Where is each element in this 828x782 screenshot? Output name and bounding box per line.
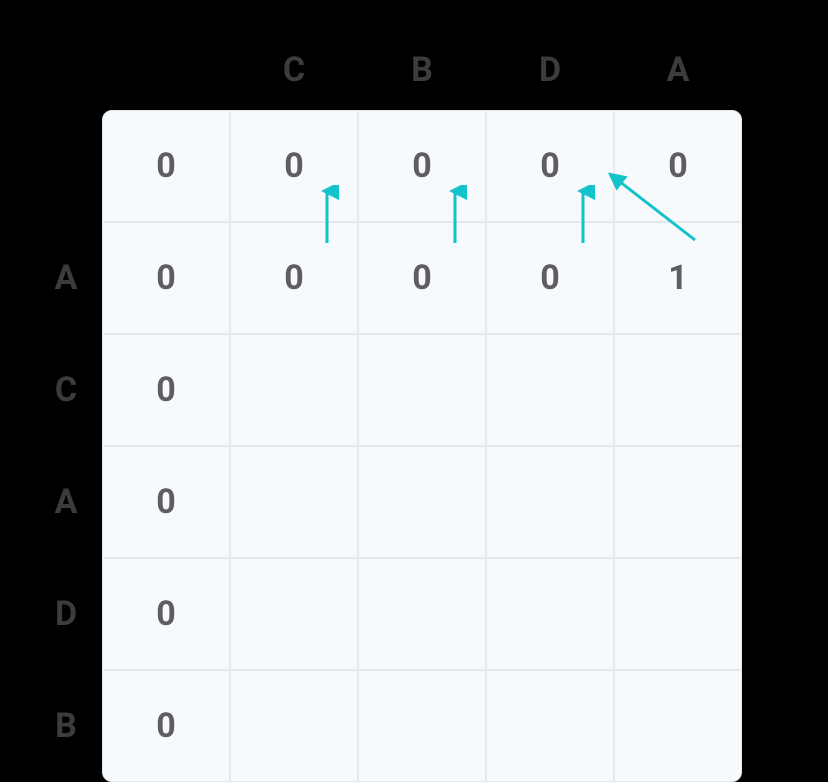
dp-table: C B D A 0 0 0 0 0 A 0 0 0 0 1 C 0 A 0 D xyxy=(30,30,742,782)
corner-empty xyxy=(30,30,102,110)
col-header-empty xyxy=(102,30,230,110)
cell-r4-c4 xyxy=(614,558,742,670)
cell-r2-c1 xyxy=(230,334,358,446)
cell-r4-c1 xyxy=(230,558,358,670)
cell-r3-c4 xyxy=(614,446,742,558)
row-label-3: D xyxy=(30,558,102,670)
col-header-3: A xyxy=(614,30,742,110)
cell-r5-c0: 0 xyxy=(102,670,230,782)
cell-r0-c1: 0 xyxy=(230,110,358,222)
col-header-0: C xyxy=(230,30,358,110)
cell-r0-c4: 0 xyxy=(614,110,742,222)
cell-r3-c1 xyxy=(230,446,358,558)
cell-r5-c1 xyxy=(230,670,358,782)
cell-r5-c2 xyxy=(358,670,486,782)
cell-r2-c0: 0 xyxy=(102,334,230,446)
row-label-1: C xyxy=(30,334,102,446)
cell-r0-c3: 0 xyxy=(486,110,614,222)
cell-r3-c2 xyxy=(358,446,486,558)
cell-r5-c4 xyxy=(614,670,742,782)
cell-r1-c4: 1 xyxy=(614,222,742,334)
cell-r5-c3 xyxy=(486,670,614,782)
row-label-0: A xyxy=(30,222,102,334)
cell-r0-c2: 0 xyxy=(358,110,486,222)
row-label-2: A xyxy=(30,446,102,558)
cell-r2-c2 xyxy=(358,334,486,446)
col-header-1: B xyxy=(358,30,486,110)
cell-r4-c3 xyxy=(486,558,614,670)
cell-r4-c0: 0 xyxy=(102,558,230,670)
cell-r0-c0: 0 xyxy=(102,110,230,222)
cell-r1-c3: 0 xyxy=(486,222,614,334)
cell-r1-c0: 0 xyxy=(102,222,230,334)
col-header-2: D xyxy=(486,30,614,110)
cell-r1-c1: 0 xyxy=(230,222,358,334)
cell-r3-c0: 0 xyxy=(102,446,230,558)
cell-r4-c2 xyxy=(358,558,486,670)
row-label-4: B xyxy=(30,670,102,782)
row-label-empty xyxy=(30,110,102,222)
cell-r2-c4 xyxy=(614,334,742,446)
cell-r2-c3 xyxy=(486,334,614,446)
cell-r1-c2: 0 xyxy=(358,222,486,334)
cell-r3-c3 xyxy=(486,446,614,558)
